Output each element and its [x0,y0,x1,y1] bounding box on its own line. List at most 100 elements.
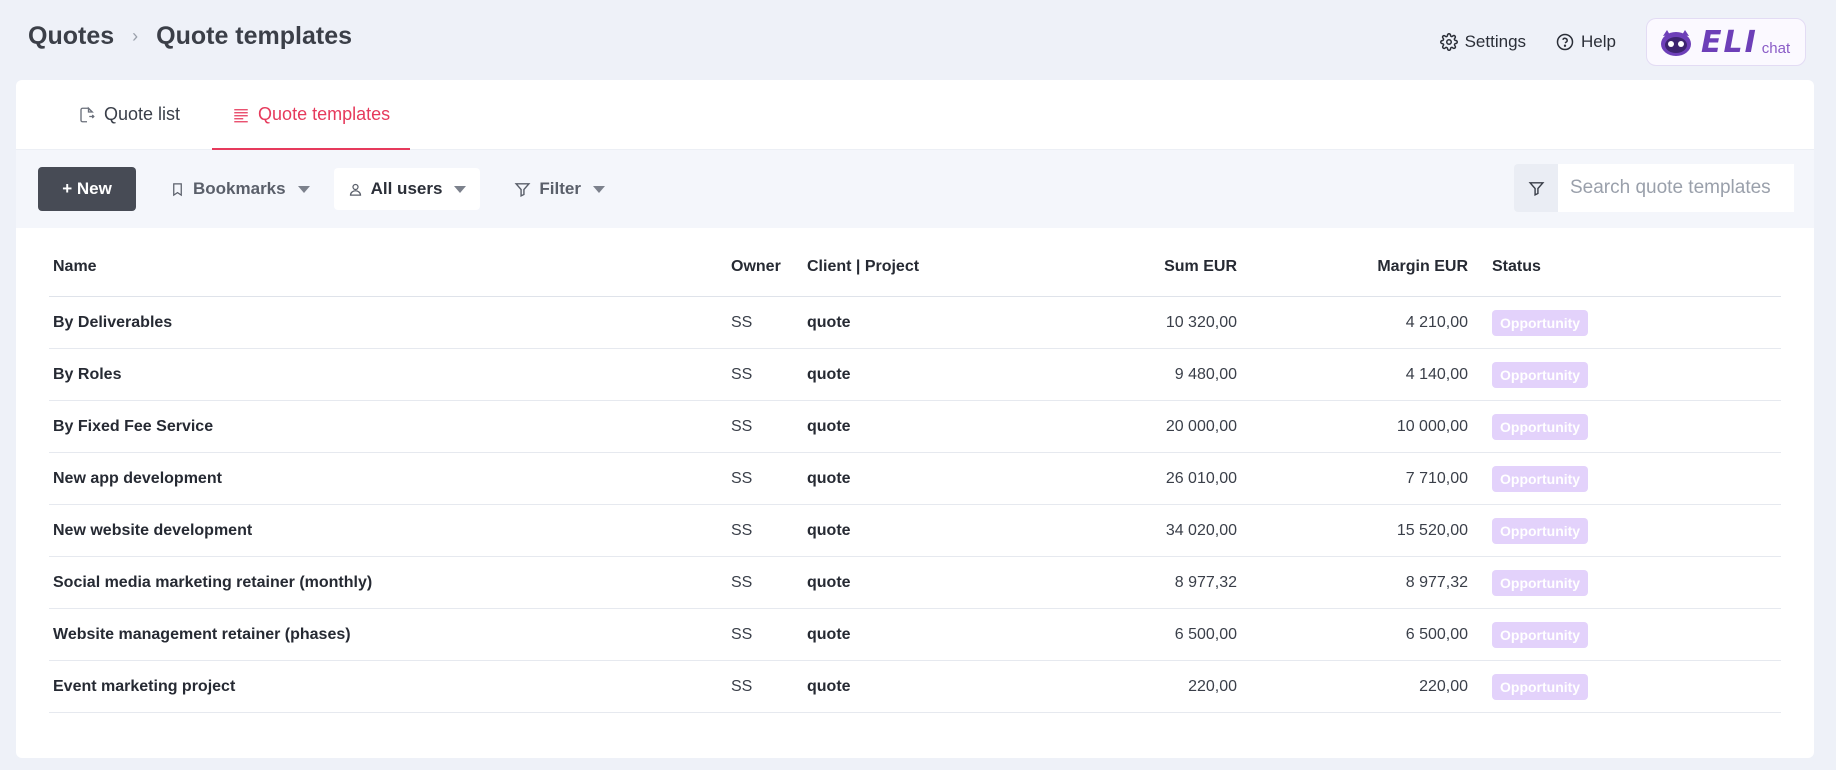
templates-list-icon [234,108,248,122]
row-margin: 10 000,00 [1396,417,1468,435]
status-badge: Opportunity [1492,517,1589,544]
breadcrumb-current: Quote templates [156,22,352,50]
status-badge: Opportunity [1492,309,1589,336]
table-row[interactable]: By Deliverables SS quote 10 320,00 4 210… [49,297,1781,349]
eli-mascot-icon [1661,30,1691,56]
row-client: quote [807,365,851,383]
row-name[interactable]: By Fixed Fee Service [49,418,731,436]
row-status: Opportunity [1468,621,1781,648]
row-owner: SS [731,521,753,539]
header-sum[interactable]: Sum EUR [1007,258,1237,276]
row-client: quote [807,313,851,331]
filter-dropdown[interactable]: Filter [500,168,619,210]
header-margin[interactable]: Margin EUR [1237,258,1468,276]
search-filter-button[interactable] [1514,164,1558,212]
status-badge: Opportunity [1492,621,1589,648]
row-name[interactable]: By Deliverables [49,314,731,332]
bookmark-icon [173,182,182,196]
row-sum: 34 020,00 [1165,521,1237,539]
row-sum: 9 480,00 [1174,365,1237,383]
filter-label: Filter [539,179,581,198]
tab-quote-list[interactable]: Quote list [60,80,206,149]
row-status: Opportunity [1468,517,1781,544]
table-row[interactable]: Website management retainer (phases) SS … [49,609,1781,661]
row-client: quote [807,677,851,695]
table-row[interactable]: Event marketing project SS quote 220,00 … [49,661,1781,713]
breadcrumb-root[interactable]: Quotes [28,22,114,51]
header-status[interactable]: Status [1468,258,1781,276]
chevron-right-icon: › [132,26,139,46]
toolbar: + New Bookmarks All users Filter [16,150,1814,228]
row-status: Opportunity [1468,673,1781,700]
row-status: Opportunity [1468,465,1781,492]
row-name[interactable]: Event marketing project [49,678,731,696]
row-status: Opportunity [1468,569,1781,596]
help-circle-icon [1556,33,1574,51]
row-client: quote [807,469,851,487]
row-margin: 4 210,00 [1405,313,1468,331]
row-margin: 6 500,00 [1405,625,1468,643]
row-status: Opportunity [1468,309,1781,336]
row-owner: SS [731,677,753,695]
search-input[interactable] [1558,164,1794,212]
row-sum: 26 010,00 [1165,469,1237,487]
row-margin: 4 140,00 [1405,365,1468,383]
tab-quote-templates[interactable]: Quote templates [212,80,411,150]
settings-link[interactable]: Settings [1439,32,1527,52]
breadcrumb: Quotes › Quote templates [28,22,352,51]
caret-down-icon [297,185,310,193]
row-name[interactable]: Social media marketing retainer (monthly… [49,574,731,592]
caret-down-icon [592,185,605,193]
status-badge: Opportunity [1492,413,1589,440]
quote-list-icon [80,106,95,122]
header-client-project[interactable]: Client | Project [807,258,1007,276]
header-name[interactable]: Name [49,258,731,276]
row-owner: SS [731,573,753,591]
row-client: quote [807,521,851,539]
row-name[interactable]: Website management retainer (phases) [49,626,731,644]
help-label: Help [1581,32,1616,51]
table-row[interactable]: New website development SS quote 34 020,… [49,505,1781,557]
help-link[interactable]: Help [1556,32,1616,52]
row-sum: 10 320,00 [1165,313,1237,331]
status-badge: Opportunity [1492,465,1589,492]
users-dropdown[interactable]: All users [333,168,481,210]
main-card: Quote list Quote templates + New Bookmar… [16,80,1814,758]
row-sum: 220,00 [1188,677,1237,695]
quote-templates-table: Name Owner Client | Project Sum EUR Marg… [49,258,1781,713]
eli-chat-button[interactable]: ELI chat [1646,18,1806,66]
user-icon [349,183,361,196]
row-margin: 7 710,00 [1405,469,1468,487]
row-owner: SS [731,625,753,643]
table-row[interactable]: Social media marketing retainer (monthly… [49,557,1781,609]
table-row[interactable]: New app development SS quote 26 010,00 7… [49,453,1781,505]
bookmarks-dropdown[interactable]: Bookmarks [156,168,324,210]
row-owner: SS [731,417,753,435]
tab-quote-list-label: Quote list [104,104,181,124]
eli-logo-text: ELI [1701,24,1758,60]
row-name[interactable]: By Roles [49,366,731,384]
row-name[interactable]: New website development [49,522,731,540]
settings-label: Settings [1464,32,1527,51]
tab-bar: Quote list Quote templates [16,80,1814,150]
new-button[interactable]: + New [38,167,136,211]
bookmarks-label: Bookmarks [193,179,286,198]
table-row[interactable]: By Roles SS quote 9 480,00 4 140,00 Oppo… [49,349,1781,401]
filter-icon [514,182,531,197]
row-owner: SS [731,313,753,331]
table-row[interactable]: By Fixed Fee Service SS quote 20 000,00 … [49,401,1781,453]
row-margin: 220,00 [1419,677,1468,695]
status-badge: Opportunity [1492,361,1589,388]
tab-quote-templates-label: Quote templates [258,104,391,124]
caret-down-icon [454,185,467,193]
row-status: Opportunity [1468,361,1781,388]
status-badge: Opportunity [1492,569,1589,596]
eli-logo-suffix: chat [1761,39,1791,57]
row-sum: 20 000,00 [1165,417,1237,435]
search-bar [1514,164,1794,212]
row-name[interactable]: New app development [49,470,731,488]
header-owner[interactable]: Owner [731,258,807,276]
row-client: quote [807,625,851,643]
row-sum: 8 977,32 [1174,573,1237,591]
row-sum: 6 500,00 [1174,625,1237,643]
